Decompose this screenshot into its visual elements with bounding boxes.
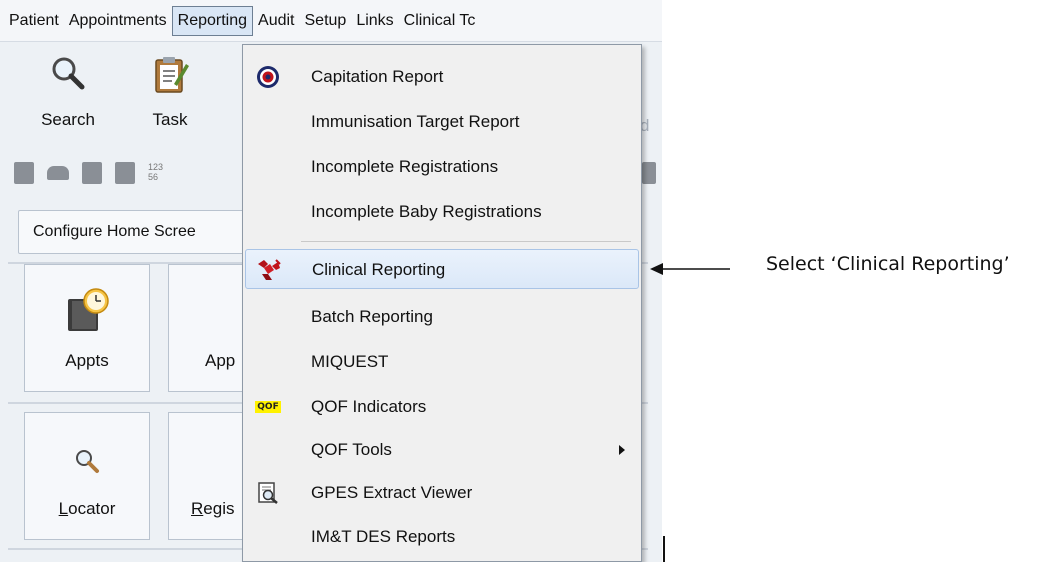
tile-locator-label: Locator bbox=[25, 499, 149, 519]
configure-home-screen-button[interactable]: Configure Home Scree bbox=[18, 210, 268, 254]
menu-item-capitation-report[interactable]: Capitation Report bbox=[245, 57, 639, 97]
annotation-label: Select ‘Clinical Reporting’ bbox=[766, 253, 1010, 275]
menu-links[interactable]: Links bbox=[351, 6, 398, 36]
numbers-icon[interactable]: 123 56 bbox=[148, 162, 164, 184]
clinical-reporting-icon bbox=[256, 258, 282, 282]
magnifier-icon bbox=[76, 450, 99, 473]
qof-icon: QOF bbox=[255, 395, 281, 419]
menu-bar: Patient Appointments Reporting Audit Set… bbox=[0, 0, 662, 42]
locator-accelerator: L bbox=[58, 499, 69, 518]
locator-label-rest: ocator bbox=[68, 499, 116, 518]
text-cursor bbox=[663, 536, 665, 562]
menu-item-label: IM&T DES Reports bbox=[311, 527, 456, 546]
menu-item-label: Incomplete Registrations bbox=[311, 157, 499, 176]
app-window: Patient Appointments Reporting Audit Set… bbox=[0, 0, 662, 562]
regis-label-rest: egis bbox=[203, 499, 235, 518]
menu-item-label: Capitation Report bbox=[311, 67, 444, 86]
menu-item-batch-reporting[interactable]: Batch Reporting bbox=[245, 297, 639, 337]
menu-clinical-tools[interactable]: Clinical Tc bbox=[399, 6, 481, 36]
menu-item-incomplete-baby-registrations[interactable]: Incomplete Baby Registrations bbox=[245, 192, 639, 232]
menu-item-clinical-reporting[interactable]: Clinical Reporting bbox=[245, 249, 639, 289]
regis-accelerator: R bbox=[191, 499, 204, 518]
menu-item-incomplete-registrations[interactable]: Incomplete Registrations bbox=[245, 147, 639, 187]
menu-item-qof-tools[interactable]: QOF Tools bbox=[245, 430, 639, 470]
annotation-arrow-icon bbox=[650, 263, 730, 275]
small-icon-row: 123 56 bbox=[14, 162, 164, 184]
menu-item-miquest[interactable]: MIQUEST bbox=[245, 342, 639, 382]
menu-reporting[interactable]: Reporting bbox=[171, 5, 254, 36]
document-icon[interactable] bbox=[115, 162, 135, 184]
tile-appts-label: Appts bbox=[65, 351, 109, 370]
menu-item-label: GPES Extract Viewer bbox=[311, 483, 473, 502]
menu-setup[interactable]: Setup bbox=[300, 6, 352, 36]
magnifier-icon bbox=[52, 57, 85, 90]
menu-item-label: Batch Reporting bbox=[311, 307, 433, 326]
menu-patient[interactable]: Patient bbox=[4, 6, 64, 36]
menu-item-qof-indicators[interactable]: QOF QOF Indicators bbox=[245, 387, 639, 427]
menu-item-gpes-extract-viewer[interactable]: GPES Extract Viewer bbox=[245, 473, 639, 513]
task-tool-button[interactable]: Task bbox=[140, 54, 200, 130]
clipboard-icon bbox=[155, 57, 189, 93]
appointment-book-icon bbox=[68, 288, 109, 331]
pen-icon[interactable] bbox=[82, 162, 102, 184]
phone-icon[interactable] bbox=[47, 166, 69, 180]
menu-audit[interactable]: Audit bbox=[253, 6, 299, 36]
search-label: Search bbox=[41, 110, 95, 129]
menu-item-immunisation-target-report[interactable]: Immunisation Target Report bbox=[245, 102, 639, 142]
qof-badge: QOF bbox=[255, 401, 281, 413]
document-search-icon bbox=[255, 481, 281, 505]
menu-item-label: Clinical Reporting bbox=[312, 260, 446, 279]
search-tool-button[interactable]: Search bbox=[28, 54, 108, 130]
tile-appts[interactable]: Appts bbox=[24, 264, 150, 392]
menu-item-imt-des-reports[interactable]: IM&T DES Reports bbox=[245, 517, 639, 557]
task-label: Task bbox=[152, 110, 188, 129]
reporting-dropdown-menu: Capitation Report Immunisation Target Re… bbox=[242, 44, 642, 562]
menu-item-label: MIQUEST bbox=[311, 352, 389, 371]
menu-separator bbox=[301, 241, 631, 242]
menu-appointments[interactable]: Appointments bbox=[64, 6, 172, 36]
target-icon bbox=[255, 65, 281, 89]
tile-locator[interactable]: Locator bbox=[24, 412, 150, 540]
menu-item-label: QOF Tools bbox=[311, 440, 392, 459]
toolbar-edge-icon bbox=[642, 162, 656, 184]
submenu-arrow-icon bbox=[619, 445, 625, 455]
menu-item-label: QOF Indicators bbox=[311, 397, 427, 416]
menu-item-label: Immunisation Target Report bbox=[311, 112, 520, 131]
device-icon[interactable] bbox=[14, 162, 34, 184]
menu-item-label: Incomplete Baby Registrations bbox=[311, 202, 542, 221]
